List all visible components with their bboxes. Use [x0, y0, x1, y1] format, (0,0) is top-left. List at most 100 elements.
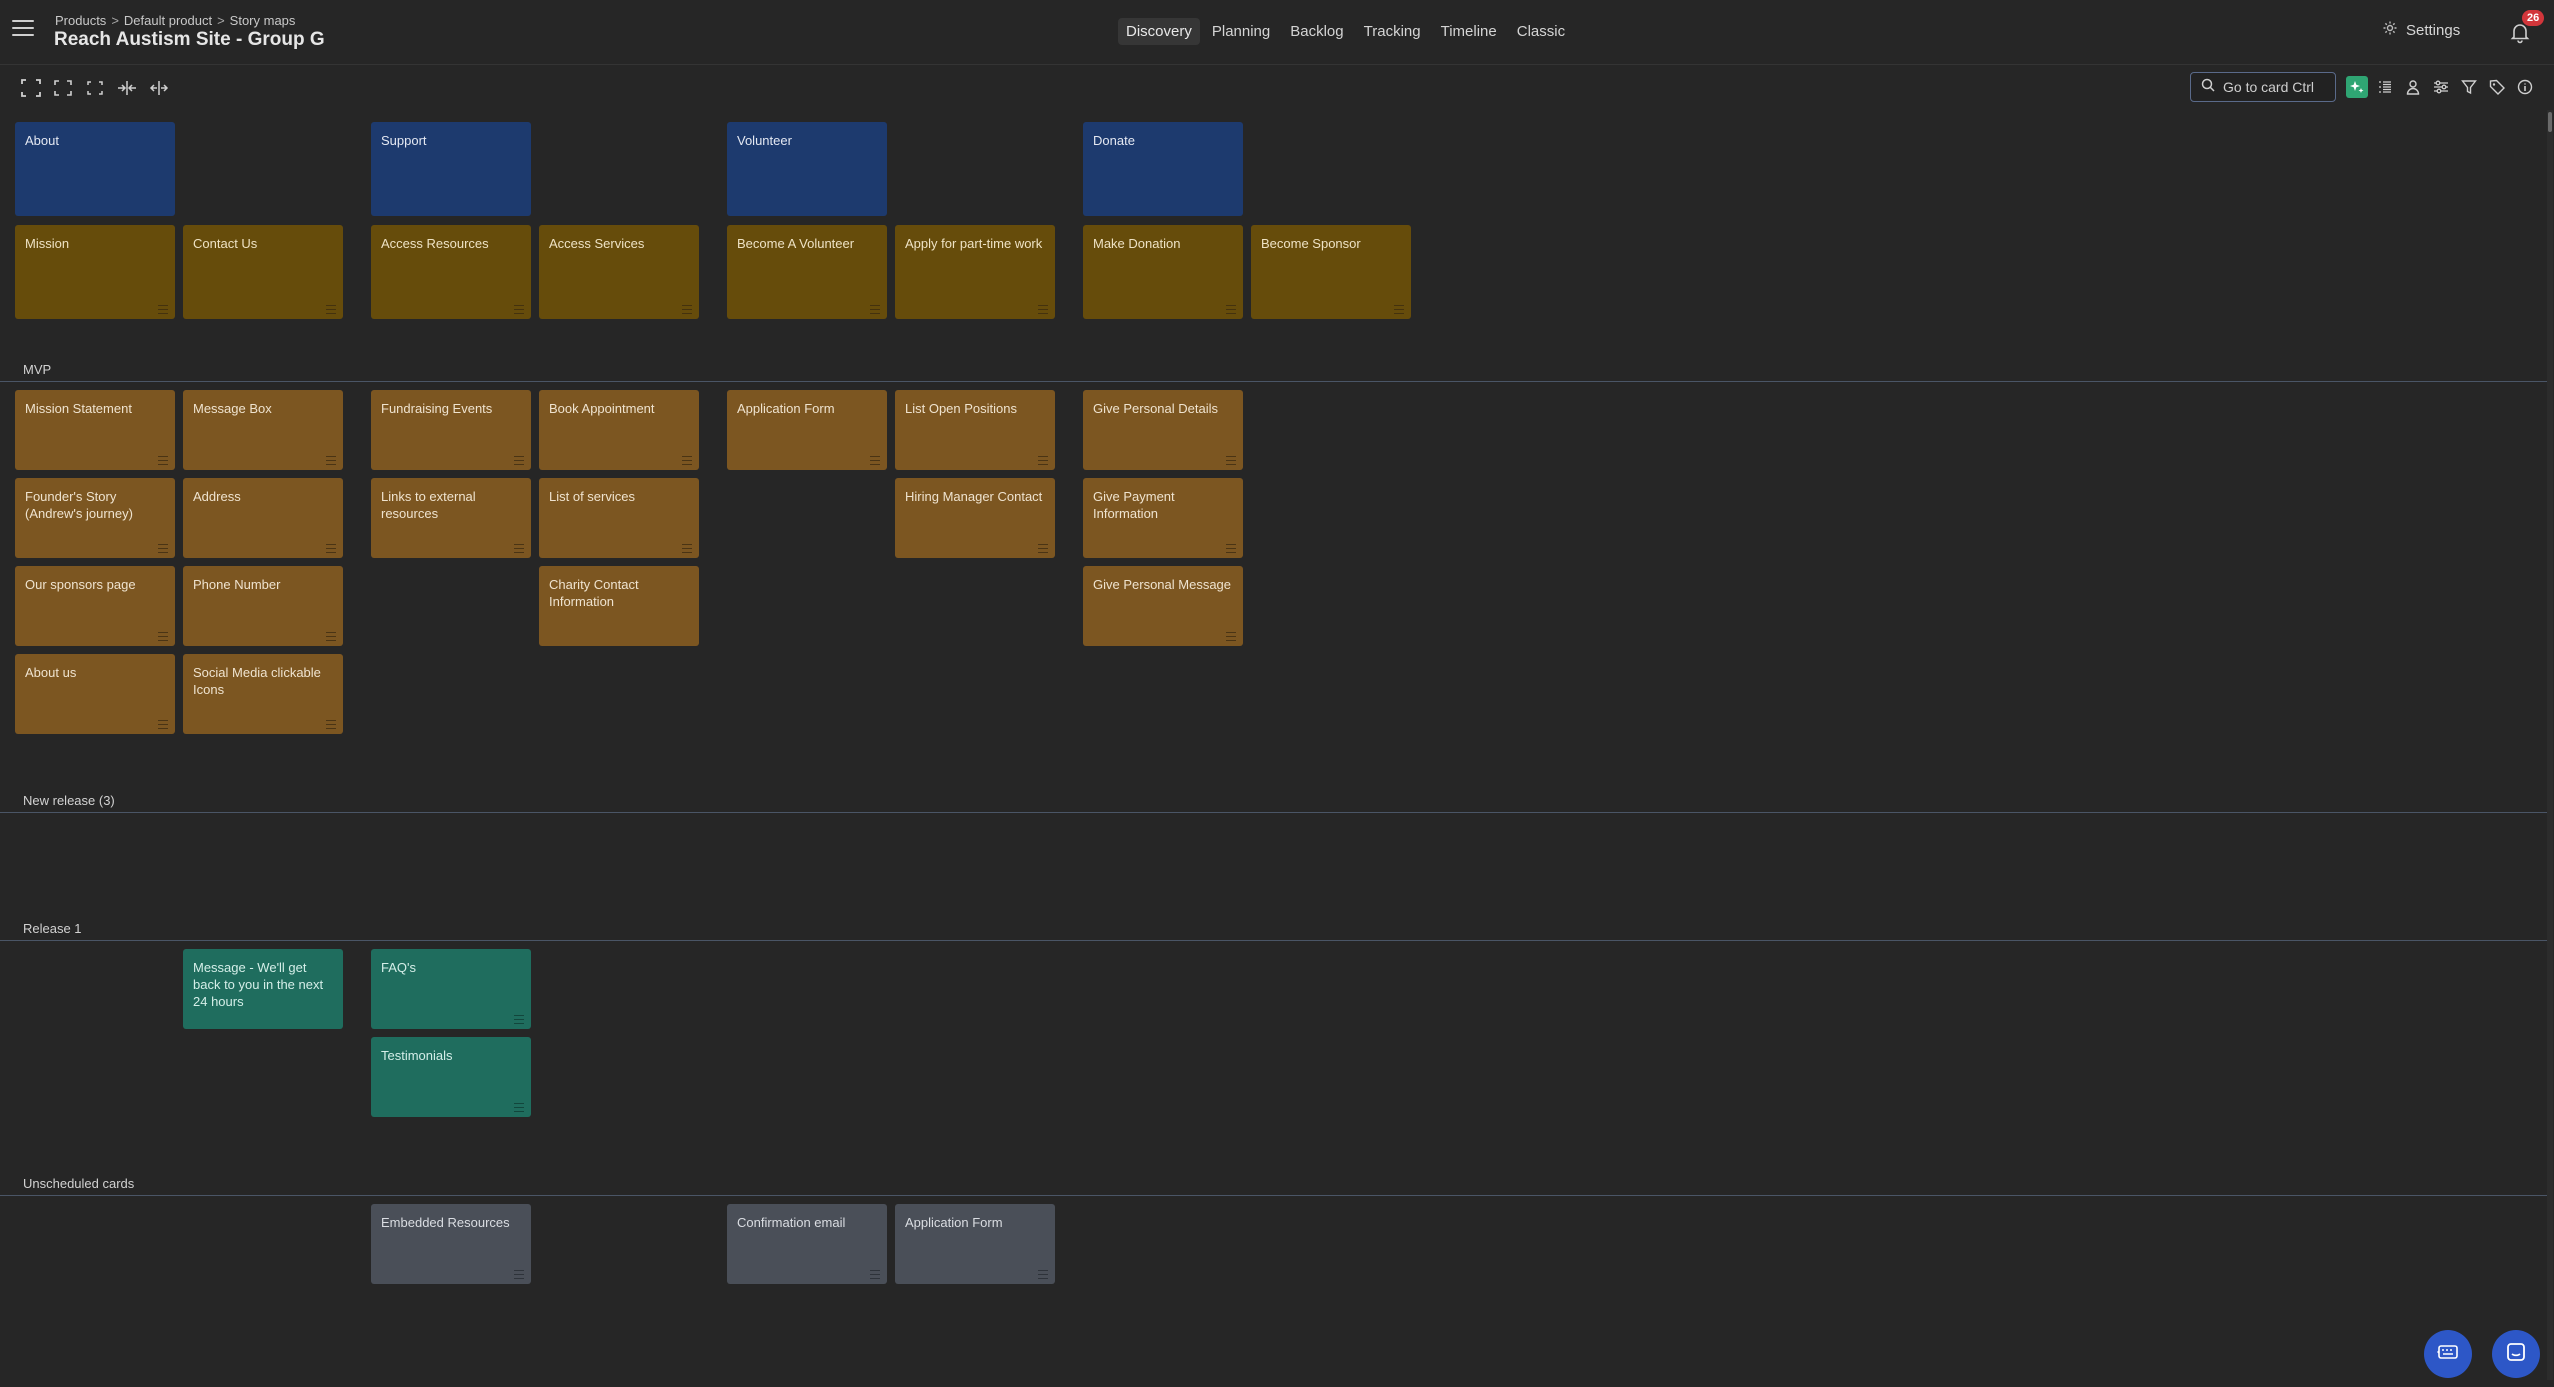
release-label-release-1[interactable]: Release 1 [23, 921, 82, 936]
story-card[interactable]: Links to external resources [371, 478, 531, 558]
breadcrumb-story-maps[interactable]: Story maps [230, 13, 296, 28]
story-card[interactable]: Hiring Manager Contact [895, 478, 1055, 558]
card-menu-icon[interactable] [158, 456, 168, 465]
card-menu-icon[interactable] [1226, 544, 1236, 553]
story-card[interactable]: Fundraising Events [371, 390, 531, 470]
info-icon[interactable] [2514, 76, 2536, 98]
breadcrumb-default-product[interactable]: Default product [124, 13, 212, 28]
story-card[interactable]: Our sponsors page [15, 566, 175, 646]
task-card[interactable]: Make Donation [1083, 225, 1243, 319]
settings-sliders-icon[interactable] [2430, 76, 2452, 98]
card-menu-icon[interactable] [682, 305, 692, 314]
story-card[interactable]: Social Media clickable Icons [183, 654, 343, 734]
menu-icon[interactable] [12, 20, 34, 38]
card-menu-icon[interactable] [1038, 1270, 1048, 1279]
card-menu-icon[interactable] [870, 1270, 880, 1279]
story-card[interactable]: Application Form [895, 1204, 1055, 1284]
keyboard-shortcuts-button[interactable] [2424, 1330, 2472, 1378]
card-menu-icon[interactable] [1226, 456, 1236, 465]
story-card[interactable]: List of services [539, 478, 699, 558]
narrow-columns-icon[interactable] [116, 77, 138, 99]
card-menu-icon[interactable] [1394, 305, 1404, 314]
card-menu-icon[interactable] [514, 456, 524, 465]
story-card[interactable]: FAQ's [371, 949, 531, 1029]
story-card[interactable]: Message Box [183, 390, 343, 470]
card-menu-icon[interactable] [326, 632, 336, 641]
story-card[interactable]: Phone Number [183, 566, 343, 646]
card-menu-icon[interactable] [870, 456, 880, 465]
story-card[interactable]: Book Appointment [539, 390, 699, 470]
card-menu-icon[interactable] [326, 456, 336, 465]
card-menu-icon[interactable] [1038, 305, 1048, 314]
card-menu-icon[interactable] [158, 305, 168, 314]
tab-tracking[interactable]: Tracking [1356, 18, 1429, 45]
chat-support-button[interactable] [2492, 1330, 2540, 1378]
activity-card-volunteer[interactable]: Volunteer [727, 122, 887, 216]
task-card[interactable]: Become Sponsor [1251, 225, 1411, 319]
activity-card-about[interactable]: About [15, 122, 175, 216]
story-card[interactable]: Founder's Story (Andrew's journey) [15, 478, 175, 558]
card-menu-icon[interactable] [682, 544, 692, 553]
task-card[interactable]: Contact Us [183, 225, 343, 319]
story-card[interactable]: Message - We'll get back to you in the n… [183, 949, 343, 1029]
card-menu-icon[interactable] [326, 720, 336, 729]
task-card[interactable]: Become A Volunteer [727, 225, 887, 319]
release-label-new-release[interactable]: New release (3) [23, 793, 115, 808]
card-menu-icon[interactable] [158, 720, 168, 729]
activity-card-donate[interactable]: Donate [1083, 122, 1243, 216]
task-card[interactable]: Access Resources [371, 225, 531, 319]
scrollbar-thumb[interactable] [2548, 112, 2552, 132]
person-icon[interactable] [2402, 76, 2424, 98]
card-menu-icon[interactable] [870, 305, 880, 314]
card-menu-icon[interactable] [158, 632, 168, 641]
card-menu-icon[interactable] [1226, 632, 1236, 641]
widen-columns-icon[interactable] [148, 77, 170, 99]
story-card[interactable]: Give Personal Message [1083, 566, 1243, 646]
card-menu-icon[interactable] [514, 1270, 524, 1279]
filter-icon[interactable] [2458, 76, 2480, 98]
breadcrumb-products[interactable]: Products [55, 13, 106, 28]
ai-assistant-icon[interactable] [2346, 76, 2368, 98]
card-menu-icon[interactable] [326, 544, 336, 553]
expand-all-icon[interactable] [20, 77, 42, 99]
card-menu-icon[interactable] [158, 544, 168, 553]
settings-button[interactable]: Settings [2382, 20, 2460, 40]
card-menu-icon[interactable] [514, 1103, 524, 1112]
vertical-scrollbar[interactable] [2547, 110, 2553, 1380]
story-card[interactable]: About us [15, 654, 175, 734]
tab-discovery[interactable]: Discovery [1118, 18, 1200, 45]
story-card[interactable]: Embedded Resources [371, 1204, 531, 1284]
card-menu-icon[interactable] [514, 1015, 524, 1024]
tab-planning[interactable]: Planning [1204, 18, 1278, 45]
card-menu-icon[interactable] [1226, 305, 1236, 314]
card-menu-icon[interactable] [326, 305, 336, 314]
task-card[interactable]: Apply for part-time work [895, 225, 1055, 319]
task-card[interactable]: Access Services [539, 225, 699, 319]
card-menu-icon[interactable] [514, 544, 524, 553]
card-menu-icon[interactable] [682, 456, 692, 465]
tab-classic[interactable]: Classic [1509, 18, 1573, 45]
story-card[interactable]: Testimonials [371, 1037, 531, 1117]
story-card[interactable]: Mission Statement [15, 390, 175, 470]
release-label-unscheduled[interactable]: Unscheduled cards [23, 1176, 134, 1191]
release-label-mvp[interactable]: MVP [23, 362, 51, 377]
story-card[interactable]: Give Personal Details [1083, 390, 1243, 470]
expand-icon[interactable] [52, 77, 74, 99]
story-card[interactable]: Confirmation email [727, 1204, 887, 1284]
tab-timeline[interactable]: Timeline [1433, 18, 1505, 45]
tag-icon[interactable] [2486, 76, 2508, 98]
story-card[interactable]: Give Payment Information [1083, 478, 1243, 558]
story-card[interactable]: Address [183, 478, 343, 558]
tab-backlog[interactable]: Backlog [1282, 18, 1351, 45]
search-input[interactable] [2223, 79, 2333, 95]
go-to-card-search[interactable] [2190, 72, 2336, 102]
story-card[interactable]: Application Form [727, 390, 887, 470]
task-card[interactable]: Mission [15, 225, 175, 319]
list-view-icon[interactable] [2374, 76, 2396, 98]
story-card[interactable]: List Open Positions [895, 390, 1055, 470]
story-card[interactable]: Charity Contact Information [539, 566, 699, 646]
collapse-icon[interactable] [84, 77, 106, 99]
card-menu-icon[interactable] [1038, 544, 1048, 553]
card-menu-icon[interactable] [1038, 456, 1048, 465]
activity-card-support[interactable]: Support [371, 122, 531, 216]
